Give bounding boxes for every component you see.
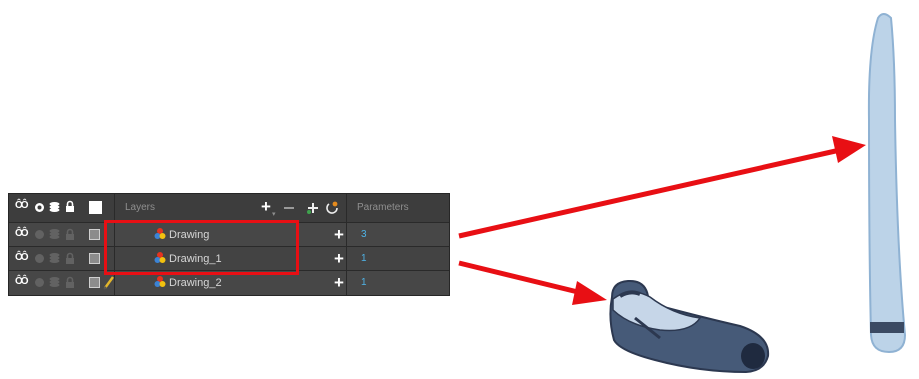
arrow-to-leg [458, 136, 866, 239]
shoe-drawing [609, 279, 770, 374]
illustration-layer [458, 13, 907, 374]
leg-drawing [867, 13, 907, 354]
arrow-to-shoe [458, 260, 607, 305]
